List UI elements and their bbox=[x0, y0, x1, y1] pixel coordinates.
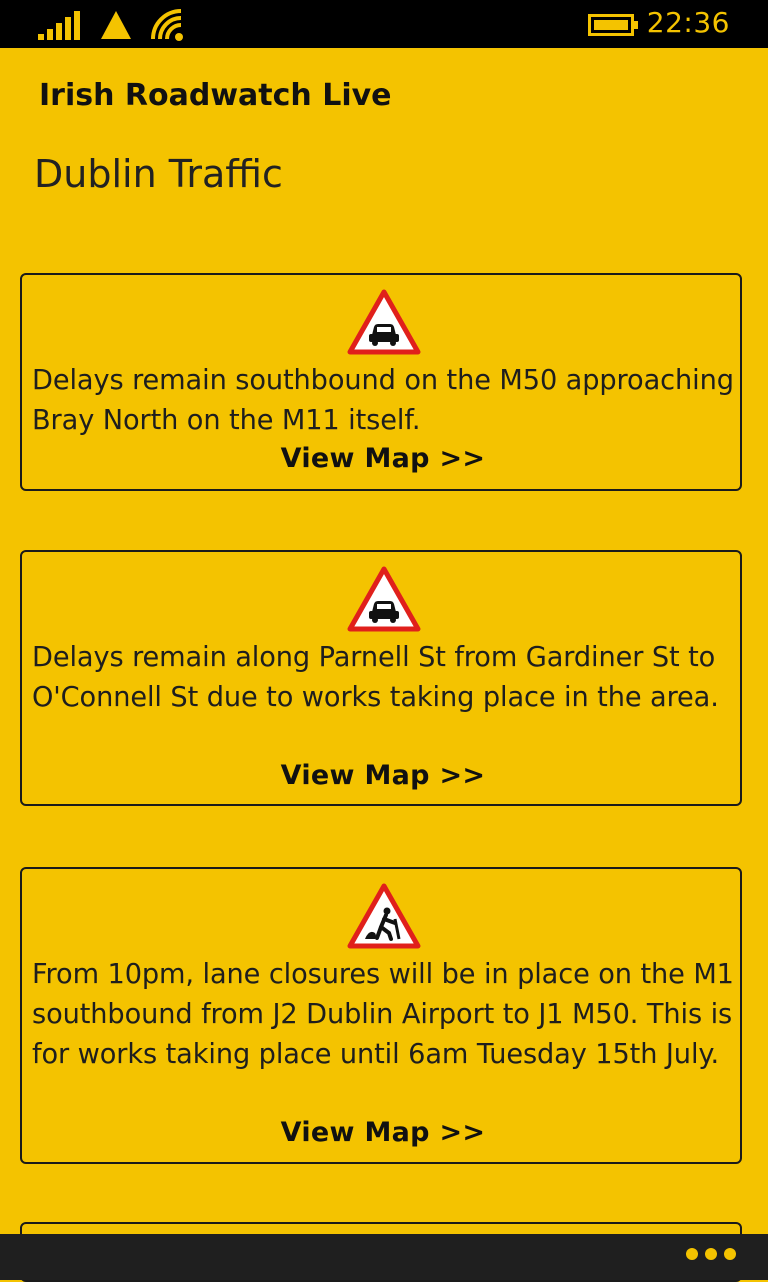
car-warning-sign-icon bbox=[347, 566, 421, 632]
incident-card[interactable]: Delays remain southbound on the M50 appr… bbox=[20, 273, 742, 491]
more-options-icon[interactable] bbox=[686, 1248, 736, 1260]
view-map-link[interactable]: View Map >> bbox=[22, 760, 744, 791]
warning-triangle-icon bbox=[101, 11, 131, 39]
clock: 22:36 bbox=[646, 6, 730, 39]
incident-description: From 10pm, lane closures will be in plac… bbox=[32, 959, 734, 1070]
view-map-link[interactable]: View Map >> bbox=[22, 443, 744, 474]
app-title: Irish Roadwatch Live bbox=[39, 78, 392, 113]
wifi-icon bbox=[151, 9, 183, 41]
car-warning-sign-icon bbox=[347, 289, 421, 355]
signal-strength-icon bbox=[38, 11, 80, 40]
incident-description: Delays remain southbound on the M50 appr… bbox=[32, 365, 734, 436]
incident-card[interactable]: Delays remain along Parnell St from Gard… bbox=[20, 550, 742, 806]
view-map-link[interactable]: View Map >> bbox=[22, 1117, 744, 1148]
incident-card[interactable]: From 10pm, lane closures will be in plac… bbox=[20, 867, 742, 1164]
page-title: Dublin Traffic bbox=[34, 152, 283, 196]
battery-icon bbox=[588, 14, 638, 36]
incident-description: Delays remain along Parnell St from Gard… bbox=[32, 642, 719, 713]
roadworks-sign-icon bbox=[347, 883, 421, 949]
app-bar bbox=[0, 1234, 768, 1280]
status-bar: 22:36 bbox=[0, 0, 768, 48]
